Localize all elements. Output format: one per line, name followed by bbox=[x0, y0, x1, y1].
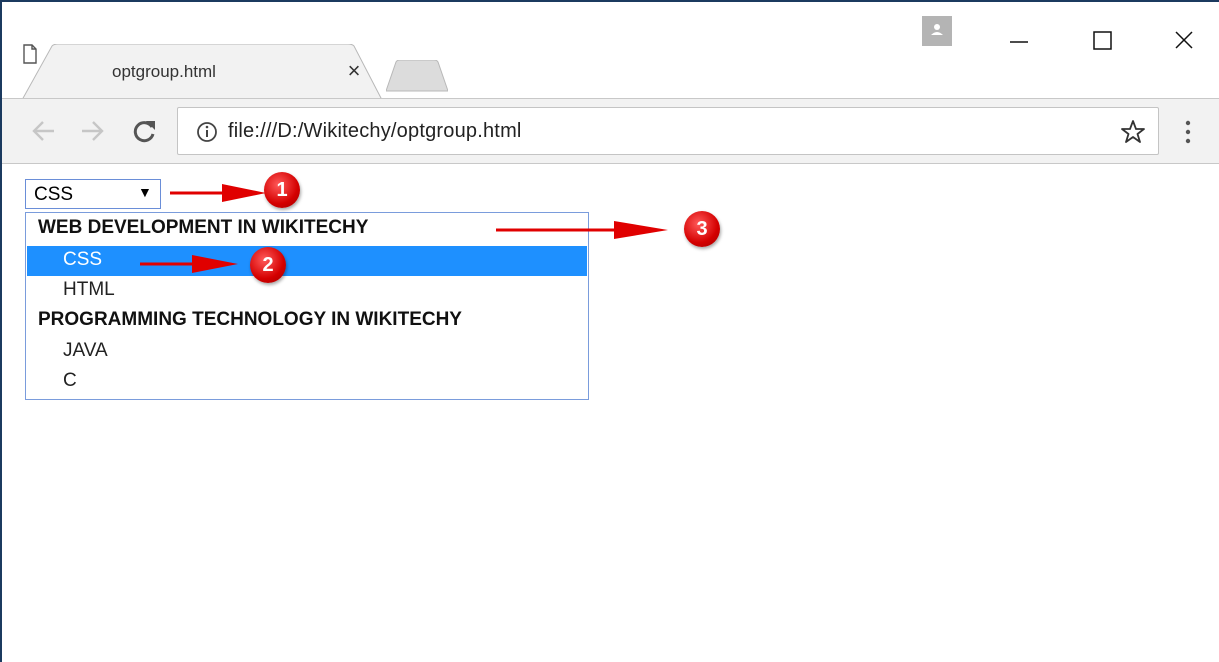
annotation-badge-2: 2 bbox=[250, 247, 286, 283]
annotation-badge-3: 3 bbox=[684, 211, 720, 247]
annotation-arrows bbox=[140, 184, 668, 273]
annotation-arrow-2 bbox=[140, 255, 238, 273]
annotation-badge-1: 1 bbox=[264, 172, 300, 208]
annotation-arrow-1 bbox=[170, 184, 266, 202]
annotation-arrow-3 bbox=[496, 221, 668, 239]
